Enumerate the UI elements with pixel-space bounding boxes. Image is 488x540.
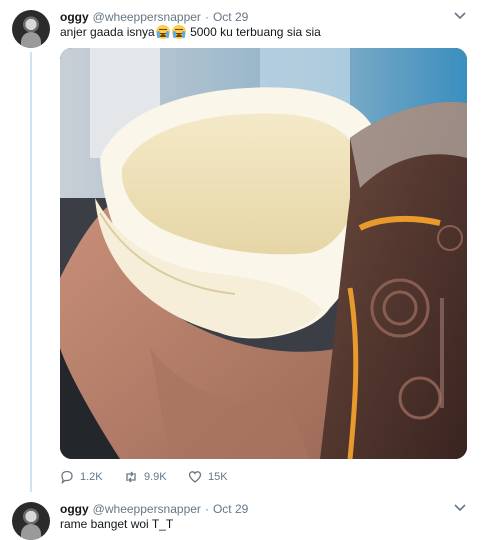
reply-button[interactable]: 1.2K [60, 470, 124, 484]
tweet-header: oggy @wheeppersnapper · Oct 29 [60, 502, 248, 516]
user-handle[interactable]: @wheeppersnapper [93, 502, 201, 516]
chevron-down-icon[interactable] [454, 12, 466, 20]
avatar[interactable] [12, 502, 50, 540]
tweet-actions: 1.2K 9.9K 15K [60, 470, 252, 484]
tweet-text-end: 5000 ku terbuang sia sia [186, 25, 321, 39]
tweet-text: rame banget woi T_T [60, 517, 173, 531]
loudly-crying-face-emoji [171, 25, 186, 39]
chevron-down-icon[interactable] [454, 504, 466, 512]
loudly-crying-face-emoji [155, 25, 170, 39]
tweet-text-start: anjer gaada isnya [60, 25, 155, 39]
photo-hand-holding-empty-bread [60, 48, 467, 459]
heart-icon [188, 471, 202, 483]
tweet-text-body: rame banget woi T_T [60, 517, 174, 531]
tweet-header: oggy @wheeppersnapper · Oct 29 [60, 10, 248, 24]
reply-count: 1.2K [80, 471, 103, 483]
like-button[interactable]: 15K [188, 470, 252, 484]
thread-connector-line [30, 52, 32, 492]
user-handle[interactable]: @wheeppersnapper [93, 10, 201, 24]
separator-dot: · [204, 10, 209, 24]
like-count: 15K [208, 471, 228, 483]
display-name[interactable]: oggy [60, 502, 89, 516]
tweet-photo[interactable] [60, 48, 467, 459]
tweet[interactable]: oggy @wheeppersnapper · Oct 29 rame bang… [0, 492, 488, 540]
avatar[interactable] [12, 10, 50, 48]
tweet[interactable]: oggy @wheeppersnapper · Oct 29 anjer gaa… [0, 0, 488, 492]
timestamp[interactable]: Oct 29 [213, 502, 248, 516]
reply-icon [61, 470, 73, 484]
separator-dot: · [204, 502, 209, 516]
retweet-button[interactable]: 9.9K [124, 470, 188, 484]
retweet-icon [126, 471, 136, 483]
timestamp[interactable]: Oct 29 [213, 10, 248, 24]
tweet-text: anjer gaada isnya 5000 ku terbuang sia s… [60, 25, 321, 39]
display-name[interactable]: oggy [60, 10, 89, 24]
retweet-count: 9.9K [144, 471, 167, 483]
